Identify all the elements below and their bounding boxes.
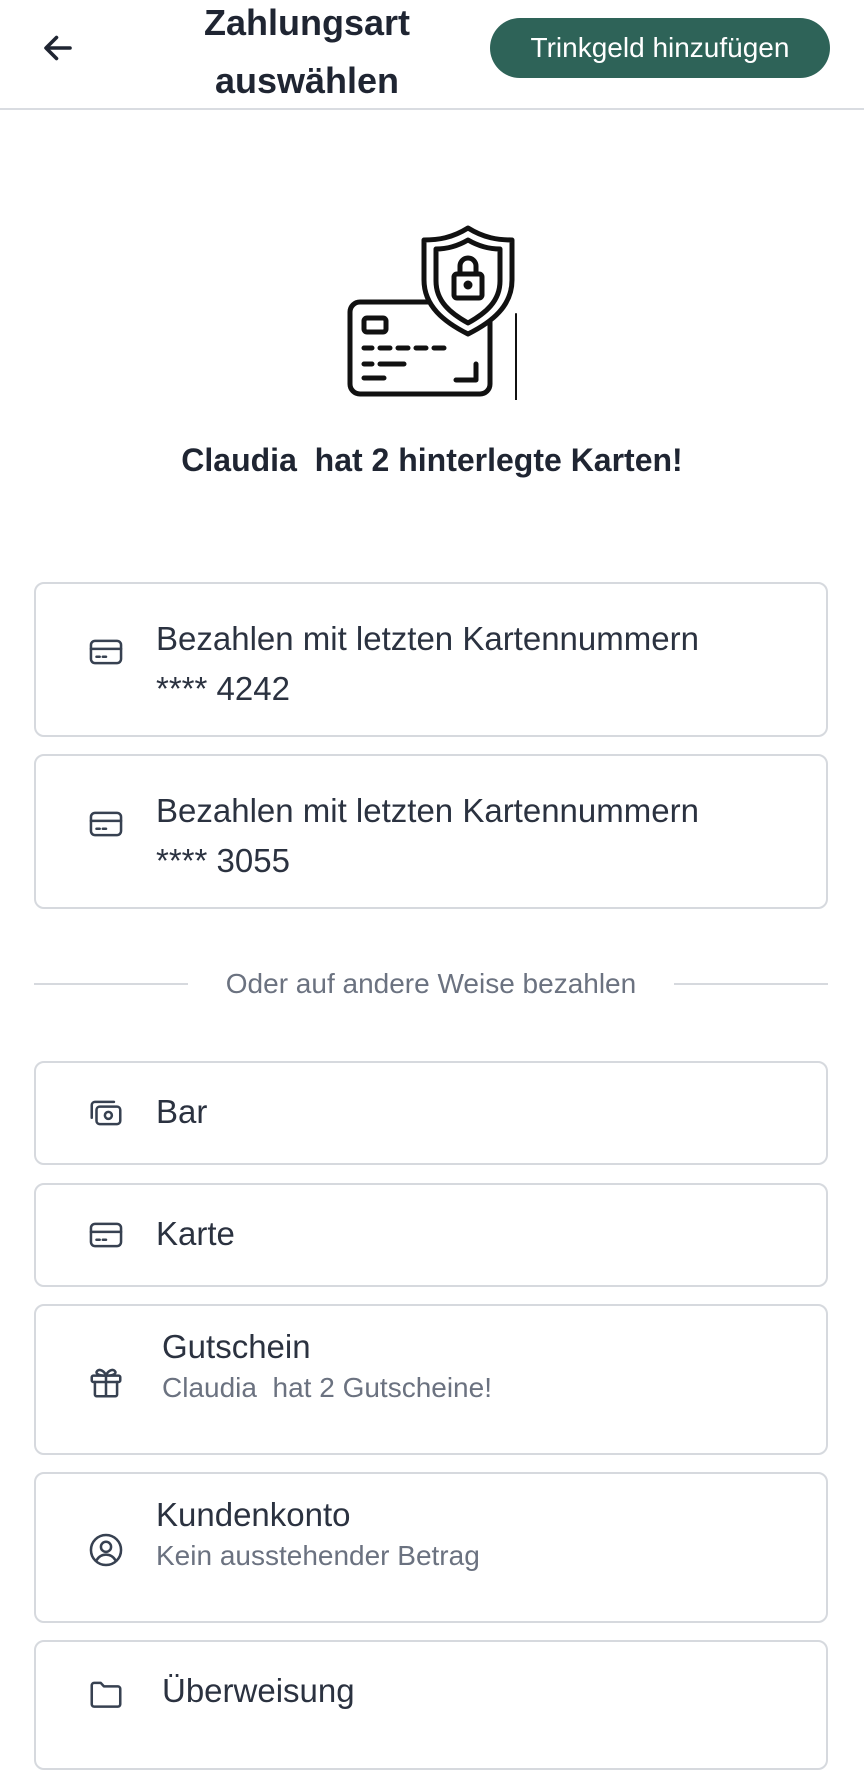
method-label: Gutschein — [162, 1328, 311, 1365]
arrow-left-icon — [44, 35, 72, 61]
credit-card-icon — [86, 804, 126, 844]
method-voucher[interactable]: Gutschein Claudia hat 2 Gutscheine! — [34, 1304, 828, 1455]
method-bank-transfer[interactable]: Überweisung — [34, 1640, 828, 1770]
method-label: Überweisung — [162, 1672, 355, 1709]
saved-card-label: Bezahlen mit letzten Kartennummern — [156, 620, 699, 657]
folder-icon — [86, 1674, 126, 1714]
saved-card-label: Bezahlen mit letzten Kartennummern — [156, 792, 699, 829]
saved-card-3055[interactable]: Bezahlen mit letzten Kartennummern **** … — [34, 754, 828, 909]
user-circle-icon — [86, 1530, 126, 1570]
cash-icon — [86, 1093, 126, 1133]
top-bar: Zahlungsart auswählen Trinkgeld hinzufüg… — [0, 0, 864, 110]
account-balance-info: Kein ausstehender Betrag — [156, 1540, 480, 1571]
saved-cards-summary: Claudia hat 2 hinterlegte Karten! — [181, 442, 683, 478]
other-methods-divider: Oder auf andere Weise bezahlen — [34, 968, 828, 999]
saved-card-number: **** 3055 — [156, 842, 290, 879]
add-tip-button[interactable]: Trinkgeld hinzufügen — [490, 18, 830, 78]
method-label: Kundenkonto — [156, 1496, 351, 1533]
method-cash[interactable]: Bar — [34, 1061, 828, 1165]
page-title: Zahlungsart auswählen — [203, 2, 410, 101]
secure-card-illustration — [347, 225, 517, 400]
method-customer-account[interactable]: Kundenkonto Kein ausstehender Betrag — [34, 1472, 828, 1623]
method-label: Bar — [156, 1093, 208, 1130]
back-button[interactable] — [36, 26, 80, 70]
saved-card-number: **** 4242 — [156, 670, 290, 707]
method-label: Karte — [156, 1215, 235, 1252]
voucher-info: Claudia hat 2 Gutscheine! — [162, 1372, 492, 1403]
divider-text: Oder auf andere Weise bezahlen — [225, 968, 637, 999]
gift-icon — [86, 1362, 126, 1402]
credit-card-icon — [86, 632, 126, 672]
saved-card-4242[interactable]: Bezahlen mit letzten Kartennummern **** … — [34, 582, 828, 737]
credit-card-icon — [86, 1215, 126, 1255]
method-card[interactable]: Karte — [34, 1183, 828, 1287]
